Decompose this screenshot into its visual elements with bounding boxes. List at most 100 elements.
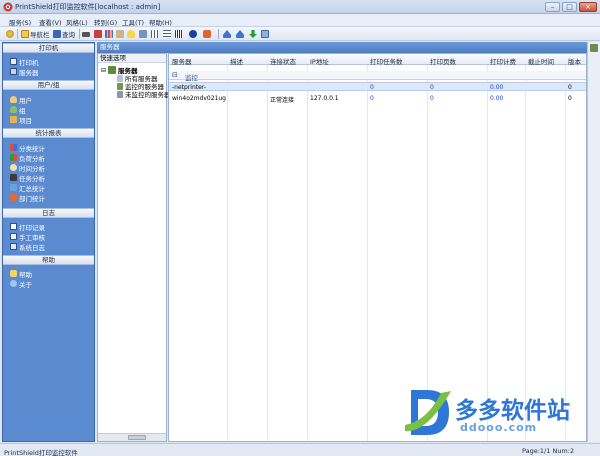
server-icon — [117, 90, 123, 98]
col-header-connection[interactable]: 连接状态 — [270, 56, 296, 66]
sidebar-item-servers[interactable]: 服务器 — [10, 67, 39, 77]
grid-icon — [175, 30, 183, 38]
syslog-icon — [10, 243, 17, 250]
table-row[interactable]: -netprinter- 0 0 0.00 0 — [169, 82, 586, 91]
sidebar-item-projects[interactable]: 项目 — [10, 115, 32, 125]
sidebar-section-help[interactable]: 帮助 — [3, 255, 94, 265]
edit-icon — [116, 30, 124, 38]
sidebar-item-time-analysis[interactable]: 时间分析 — [10, 163, 45, 173]
sidebar-section-users[interactable]: 用户/组 — [3, 80, 94, 90]
tree-collapse-icon: ⊟ — [101, 66, 107, 74]
sync-button[interactable] — [236, 29, 244, 39]
menu-help[interactable]: 帮助(H) — [149, 17, 172, 27]
edit-button[interactable] — [116, 29, 124, 39]
sidebar-item-label: 打印机 — [19, 58, 39, 67]
connect-button[interactable] — [6, 29, 14, 39]
sidebar-item-label: 用户 — [19, 96, 32, 105]
menu-view[interactable]: 查看(V) — [39, 17, 62, 27]
toolbar: 导航栏 查询 — [0, 27, 600, 41]
cell-version: 0 — [568, 95, 572, 102]
sidebar-item-department-stats[interactable]: 部门统计 — [10, 193, 45, 203]
tree-header: 快速选项 — [98, 54, 166, 63]
menu-bar: 服务(S) 查看(V) 风格(L) 转到(G) 工具(T) 帮助(H) — [0, 14, 600, 27]
sidebar-item-printers[interactable]: 打印机 — [10, 57, 39, 67]
menu-service[interactable]: 服务(S) — [9, 17, 31, 27]
tree-horizontal-scrollbar[interactable] — [98, 433, 166, 441]
status-app-name: PrintShield打印监控软件 — [4, 449, 78, 456]
close-button[interactable]: × — [579, 2, 597, 12]
sidebar-item-help[interactable]: 帮助 — [10, 269, 32, 279]
query-icon — [53, 30, 61, 38]
sidebar-item-label: 部门统计 — [19, 194, 45, 203]
group-icon — [10, 106, 17, 113]
group-label: 监控 — [185, 74, 198, 82]
sort-button[interactable] — [139, 29, 147, 39]
sidebar-section-logs[interactable]: 日志 — [3, 208, 94, 218]
col-header-cost[interactable]: 打印计费 — [490, 56, 516, 66]
sidebar-item-system-log[interactable]: 系统日志 — [10, 242, 45, 252]
list-button[interactable] — [163, 29, 171, 39]
export-button[interactable] — [261, 29, 269, 39]
sidebar-item-load-analysis[interactable]: 负荷分析 — [10, 153, 45, 163]
status-page-info: Page:1/1 Num:2 — [522, 447, 575, 455]
report-button[interactable] — [94, 29, 102, 39]
scrollbar-thumb[interactable] — [128, 435, 146, 440]
lightbulb-icon — [127, 30, 135, 38]
stop-button[interactable] — [203, 29, 211, 39]
export-icon — [261, 30, 269, 38]
cell-pages: 0 — [430, 84, 434, 91]
sidebar-item-task-analysis[interactable]: 任务分析 — [10, 173, 45, 183]
group-collapse-icon[interactable]: ⊟ — [172, 71, 178, 79]
menu-tools[interactable]: 工具(T) — [122, 17, 144, 27]
minimize-button[interactable]: – — [545, 2, 560, 12]
maximize-button[interactable]: □ — [562, 2, 577, 12]
stop-icon — [203, 30, 211, 38]
col-header-ip[interactable]: IP地址 — [310, 56, 329, 66]
cell-server: win4o2mdv021ug — [172, 95, 226, 102]
panel-options-icon[interactable] — [590, 44, 598, 52]
tree-node-unmonitored-servers[interactable]: 未监控的服务器 — [117, 89, 171, 99]
table-header: 服务器 描述 连接状态 IP地址 打印任务数 打印页数 打印计费 截止时间 版本 — [169, 54, 586, 66]
upload-button[interactable] — [223, 29, 231, 39]
col-header-server[interactable]: 服务器 — [172, 56, 192, 66]
col-header-deadline[interactable]: 截止时间 — [528, 56, 554, 66]
chart-button[interactable] — [105, 29, 113, 39]
download-button[interactable] — [249, 29, 257, 39]
table-row[interactable]: win4o2mdv021ug 正常连接 127.0.0.1 0 0 0.00 0 — [169, 94, 586, 104]
department-icon — [10, 194, 17, 201]
sidebar-item-users[interactable]: 用户 — [10, 95, 32, 105]
sidebar-item-groups[interactable]: 组 — [10, 105, 26, 115]
query-button[interactable]: 查询 — [53, 29, 75, 39]
load-icon — [10, 154, 17, 161]
sidebar: 打印机 打印机 服务器 用户/组 用户 组 项目 统计报表 分类统计 负荷分析 … — [2, 42, 95, 442]
query-label: 查询 — [62, 31, 75, 39]
sidebar-section-help-body: 帮助 关于 — [3, 265, 94, 441]
sidebar-item-category-stats[interactable]: 分类统计 — [10, 143, 45, 153]
grid-button[interactable] — [175, 29, 183, 39]
tip-button[interactable] — [127, 29, 135, 39]
print-button[interactable] — [82, 29, 90, 39]
about-icon — [10, 280, 17, 287]
sidebar-section-printer[interactable]: 打印机 — [3, 43, 94, 53]
clock-icon — [10, 164, 17, 171]
col-header-print-jobs[interactable]: 打印任务数 — [370, 56, 403, 66]
panel-title: 服务器 — [97, 42, 595, 53]
sidebar-section-reports[interactable]: 统计报表 — [3, 128, 94, 138]
sidebar-item-summary-stats[interactable]: 汇总统计 — [10, 183, 45, 193]
nav-button[interactable]: 导航栏 — [21, 29, 50, 39]
sync-icon — [236, 30, 244, 38]
col-header-description[interactable]: 描述 — [230, 56, 243, 66]
sort-icon — [139, 30, 147, 38]
group-row-monitored[interactable]: ⊟ 监控 — [169, 71, 586, 82]
cell-cost: 0.00 — [490, 95, 504, 102]
sidebar-item-about[interactable]: 关于 — [10, 279, 32, 289]
info-button[interactable] — [189, 29, 197, 39]
sidebar-item-manual-audit[interactable]: 手工审核 — [10, 232, 45, 242]
col-header-pages[interactable]: 打印页数 — [430, 56, 456, 66]
sidebar-item-print-records[interactable]: 打印记录 — [10, 222, 45, 232]
col-header-version[interactable]: 版本 — [568, 56, 581, 66]
columns-button[interactable] — [151, 29, 159, 39]
menu-style[interactable]: 风格(L) — [66, 17, 88, 27]
cell-print-jobs: 0 — [370, 84, 374, 91]
menu-goto[interactable]: 转到(G) — [94, 17, 117, 27]
